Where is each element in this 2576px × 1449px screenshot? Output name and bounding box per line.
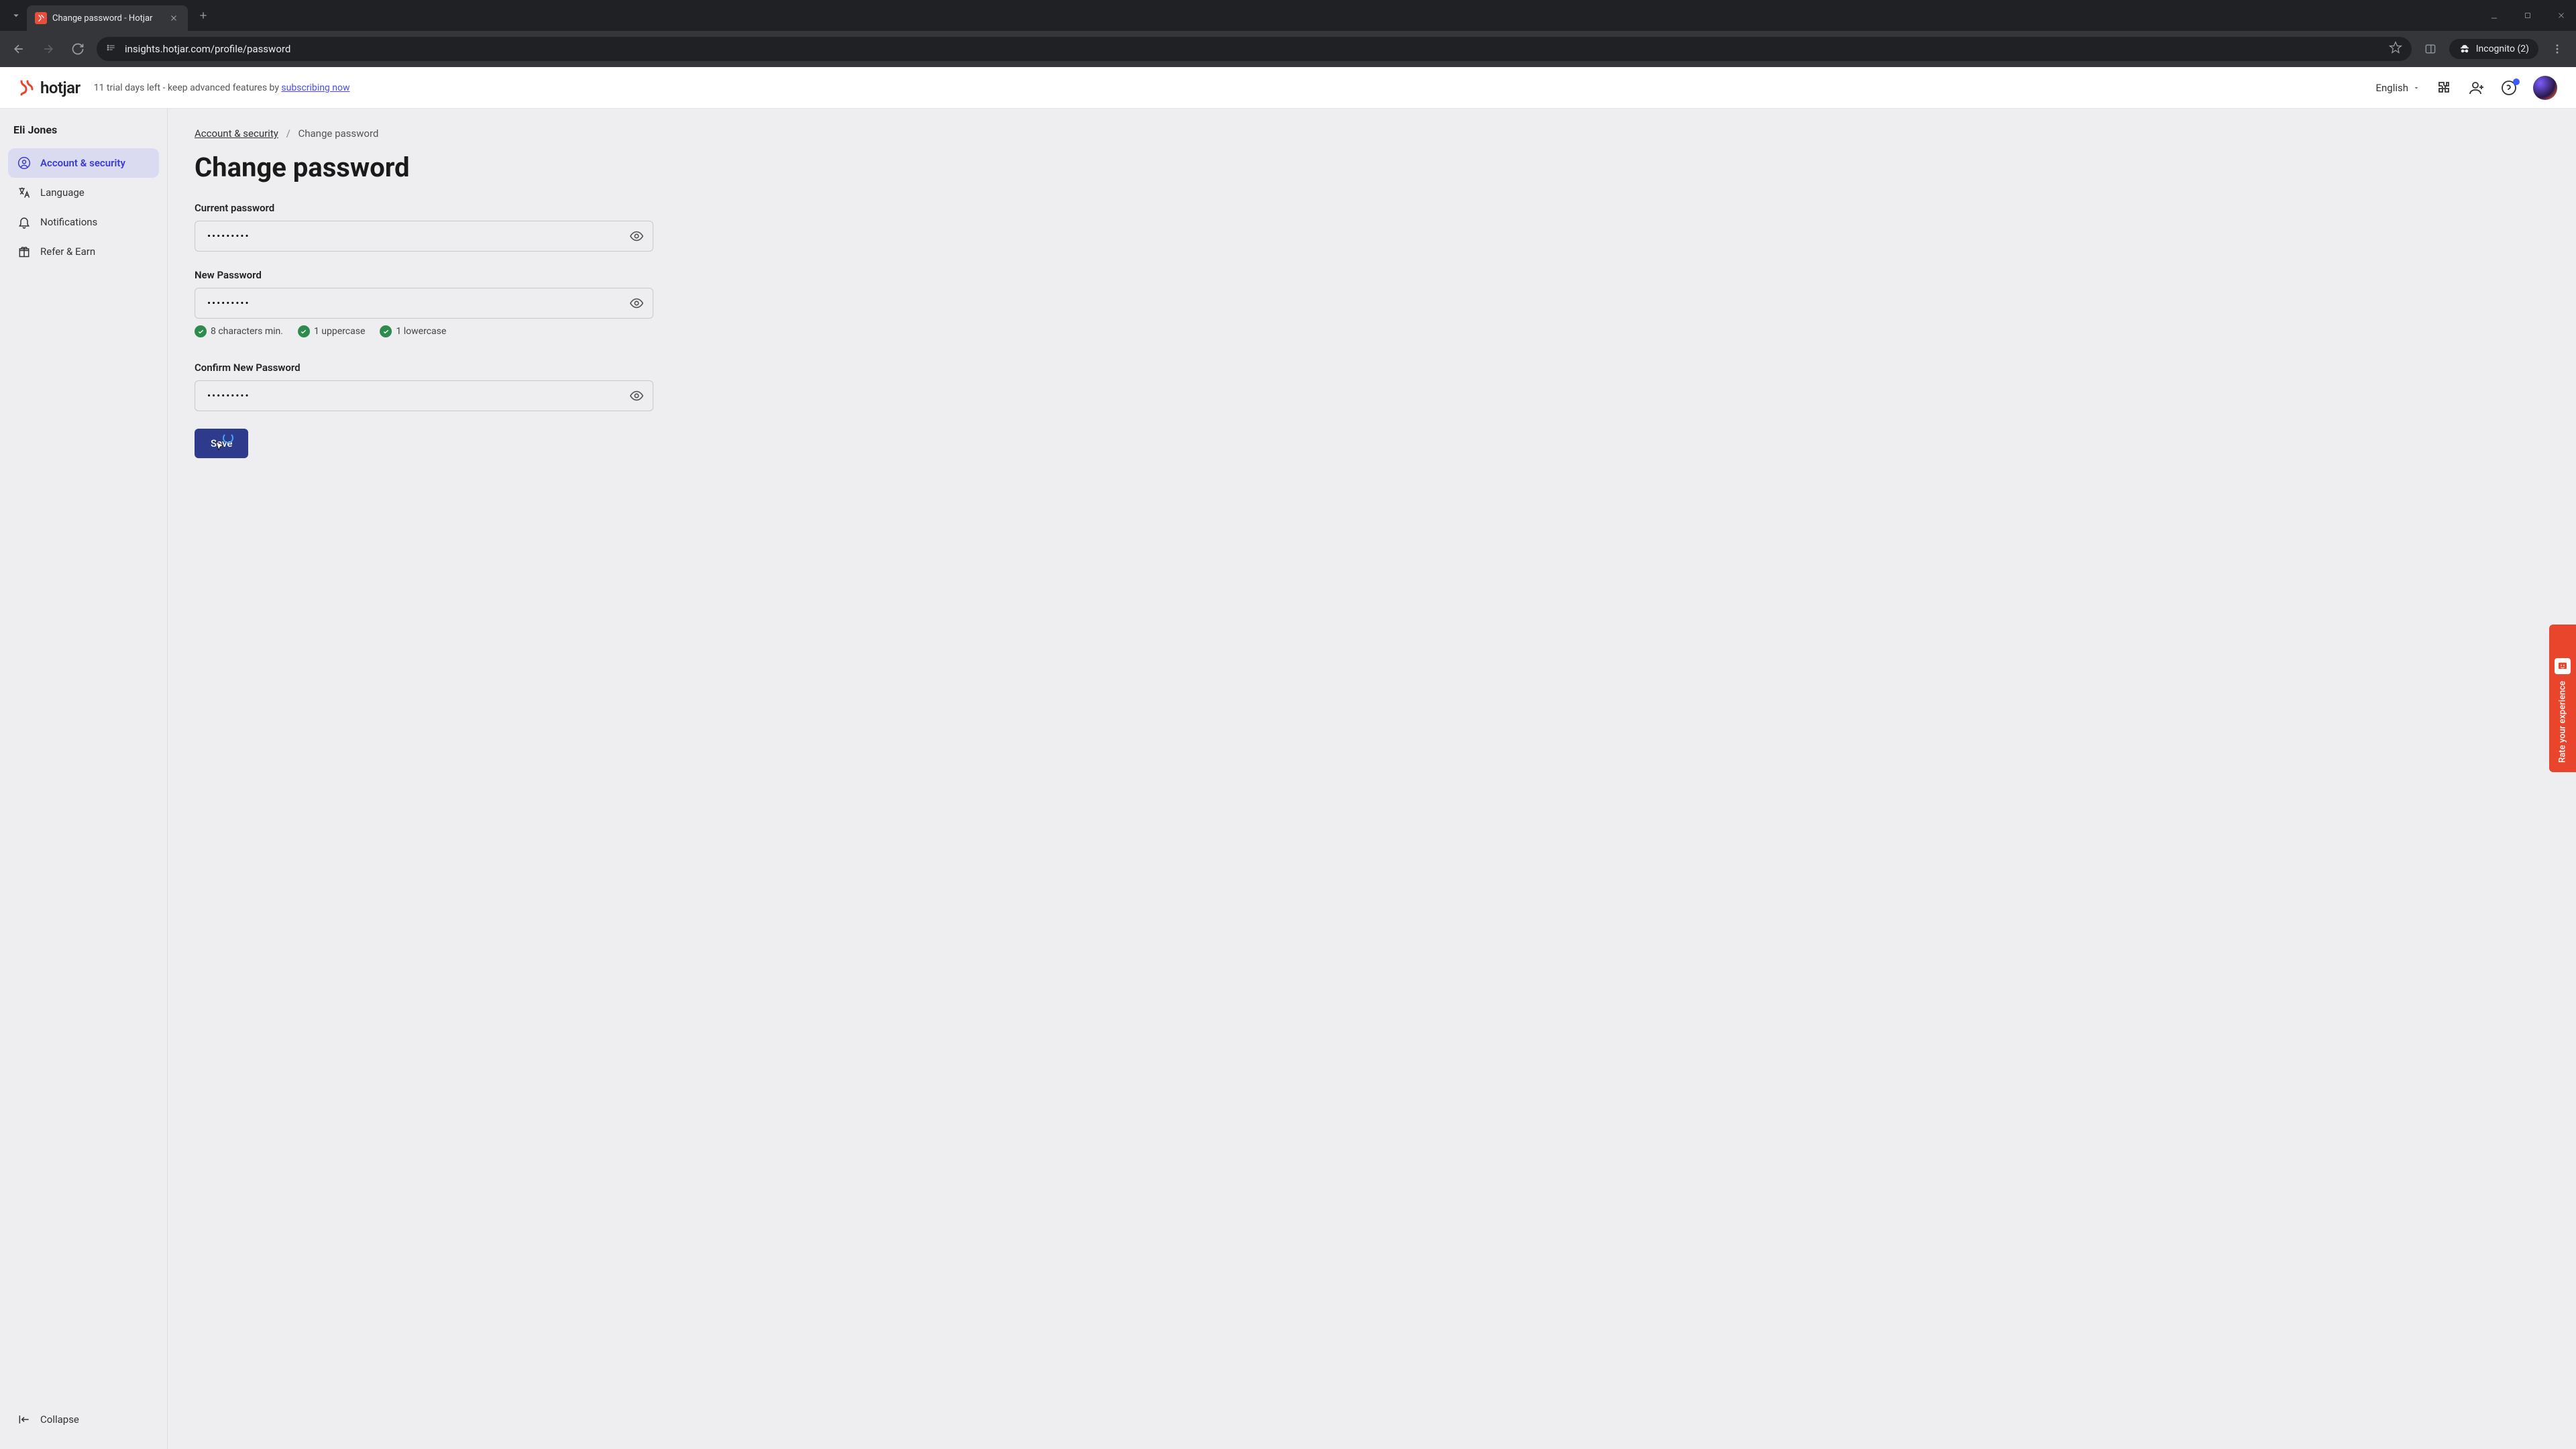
bell-icon <box>17 215 31 229</box>
trial-banner: 11 trial days left - keep advanced featu… <box>94 83 350 93</box>
subscribe-link[interactable]: subscribing now <box>281 83 350 93</box>
site-info-icon[interactable] <box>106 42 118 56</box>
save-button[interactable]: Save <box>195 429 248 458</box>
language-icon <box>17 186 31 199</box>
check-icon <box>195 325 207 337</box>
sidebar-item-refer-earn[interactable]: Refer & Earn <box>8 237 159 266</box>
breadcrumb: Account & security / Change password <box>195 127 2549 140</box>
sidebar-item-label: Language <box>40 186 85 199</box>
loading-spinner-icon <box>223 433 233 443</box>
check-icon <box>298 325 310 337</box>
current-password-input[interactable] <box>195 221 653 252</box>
new-tab-button[interactable] <box>193 5 213 25</box>
back-button[interactable] <box>8 38 30 60</box>
url-text: insights.hotjar.com/profile/password <box>125 43 2382 55</box>
url-bar[interactable]: insights.hotjar.com/profile/password <box>97 37 2412 61</box>
sidebar-item-label: Notifications <box>40 216 97 228</box>
language-selector[interactable]: English <box>2375 82 2420 94</box>
confirm-password-input[interactable] <box>195 380 653 411</box>
user-circle-icon <box>17 156 31 170</box>
reveal-password-icon[interactable] <box>629 388 644 403</box>
browser-tab-bar: Change password - Hotjar <box>0 0 2576 31</box>
password-rule: 1 lowercase <box>380 325 446 337</box>
incognito-indicator[interactable]: Incognito (2) <box>2449 39 2538 59</box>
forward-button[interactable] <box>38 38 59 60</box>
feedback-tab[interactable]: Rate your experience <box>2549 625 2576 772</box>
tab-close-icon[interactable] <box>168 12 180 24</box>
hotjar-logo[interactable]: hotjar <box>19 78 80 97</box>
main-content: Account & security / Change password Cha… <box>168 109 2576 1449</box>
tab-title: Change password - Hotjar <box>52 13 162 23</box>
sidebar: Eli Jones Account & security Language No… <box>0 109 168 1449</box>
browser-tab[interactable]: Change password - Hotjar <box>27 5 188 31</box>
sidebar-collapse-button[interactable]: Collapse <box>8 1405 159 1434</box>
side-panel-icon[interactable] <box>2420 38 2441 60</box>
tab-search-dropdown[interactable] <box>5 5 27 26</box>
close-window-icon[interactable] <box>2552 6 2571 25</box>
new-password-input[interactable] <box>195 288 653 319</box>
reload-button[interactable] <box>67 38 89 60</box>
browser-menu-icon[interactable] <box>2546 38 2568 60</box>
feedback-label: Rate your experience <box>2558 681 2568 763</box>
hotjar-logo-icon <box>19 80 35 96</box>
collapse-icon <box>17 1413 31 1426</box>
help-icon[interactable] <box>2501 80 2517 96</box>
integrations-icon[interactable] <box>2436 80 2453 96</box>
minimize-icon[interactable] <box>2485 6 2504 25</box>
password-rule: 8 characters min. <box>195 325 283 337</box>
hotjar-app: hotjar 11 trial days left - keep advance… <box>0 67 2576 1449</box>
password-rules: 8 characters min. 1 uppercase 1 lowercas… <box>195 325 653 337</box>
notification-dot <box>2513 78 2520 85</box>
sidebar-item-language[interactable]: Language <box>8 178 159 207</box>
feedback-smiley-icon <box>2555 658 2571 674</box>
page-title: Change password <box>195 152 2549 183</box>
maximize-icon[interactable] <box>2518 6 2537 25</box>
check-icon <box>380 325 392 337</box>
current-password-label: Current password <box>195 202 653 214</box>
new-password-label: New Password <box>195 269 653 281</box>
sidebar-item-label: Refer & Earn <box>40 246 95 258</box>
app-header: hotjar 11 trial days left - keep advance… <box>0 67 2576 109</box>
breadcrumb-parent[interactable]: Account & security <box>195 127 278 140</box>
sidebar-item-notifications[interactable]: Notifications <box>8 207 159 237</box>
password-rule: 1 uppercase <box>298 325 365 337</box>
invite-user-icon[interactable] <box>2469 80 2485 96</box>
confirm-password-label: Confirm New Password <box>195 362 653 374</box>
breadcrumb-current: Change password <box>299 127 379 140</box>
sidebar-user-name: Eli Jones <box>8 123 159 148</box>
sidebar-item-label: Account & security <box>40 157 125 169</box>
logo-text: hotjar <box>40 78 80 97</box>
gift-icon <box>17 245 31 258</box>
bookmark-star-icon[interactable] <box>2389 41 2402 57</box>
sidebar-item-account-security[interactable]: Account & security <box>8 148 159 178</box>
collapse-label: Collapse <box>40 1413 79 1426</box>
user-avatar[interactable] <box>2533 76 2557 100</box>
incognito-label: Incognito (2) <box>2476 44 2529 54</box>
reveal-password-icon[interactable] <box>629 296 644 311</box>
hotjar-favicon <box>35 12 47 24</box>
reveal-password-icon[interactable] <box>629 229 644 244</box>
window-controls <box>2485 6 2571 25</box>
browser-toolbar: insights.hotjar.com/profile/password Inc… <box>0 31 2576 67</box>
